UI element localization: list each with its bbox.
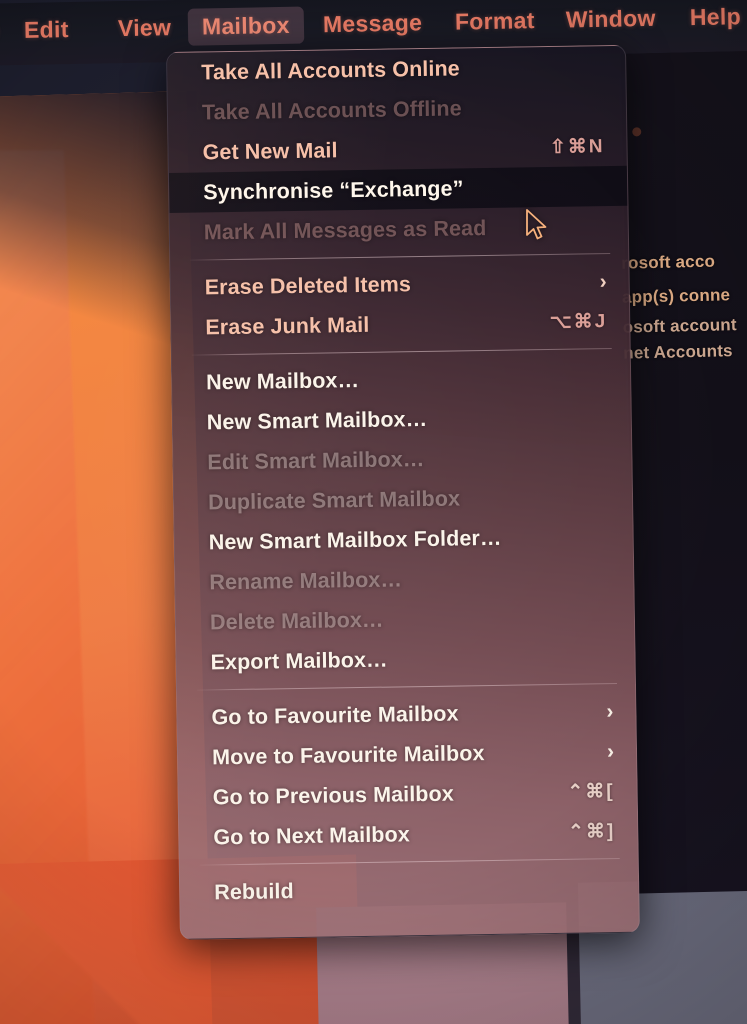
menu-item-go-to-next-mailbox[interactable]: Go to Next Mailbox ⌃⌘] [179,811,638,858]
menu-group-accounts: Take All Accounts Online Take All Accoun… [167,46,628,253]
screen: rosoft acco app(s) conne osoft account n… [0,0,747,1024]
chevron-right-icon: › [606,699,614,723]
menu-item-erase-junk-mail[interactable]: Erase Junk Mail ⌥⌘J [171,301,630,348]
menu-item-label: Duplicate Smart Mailbox [207,485,461,514]
menu-separator-2 [191,348,612,356]
menubar-item-mailbox[interactable]: Mailbox [187,6,305,46]
menu-item-label: Get New Mail [202,137,338,164]
menubar-item-message[interactable]: Message [323,9,423,38]
menubar-item-view[interactable]: View [118,14,172,42]
menu-item-label: New Smart Mailbox Folder… [208,525,502,554]
menu-item-label: Move to Favourite Mailbox [211,740,485,769]
chevron-right-icon: › [599,269,607,293]
background-settings-window[interactable]: rosoft acco app(s) conne osoft account n… [618,50,747,894]
menu-item-rebuild[interactable]: Rebuild [180,866,639,913]
menu-item-label: Go to Previous Mailbox [212,781,454,809]
menu-item-label: Take All Accounts Online [201,55,460,84]
menu-item-label: Erase Junk Mail [205,312,370,339]
background-window-line-1: rosoft acco [621,251,716,273]
menu-item-export-mailbox[interactable]: Export Mailbox… [176,636,635,683]
menu-item-label: Rename Mailbox… [209,566,403,594]
menu-item-label: Delete Mailbox… [209,607,384,634]
menu-item-label: Go to Favourite Mailbox [211,700,459,729]
menu-group-maintenance: Rebuild [180,866,639,913]
menu-separator-1 [190,253,611,261]
menu-group-mailbox-management: New Mailbox… New Smart Mailbox… Edit Sma… [172,356,635,683]
menubar-item-edit[interactable]: Edit [24,16,69,44]
menubar-item-format[interactable]: Format [455,7,535,36]
menu-item-label: Synchronise “Exchange” [203,175,464,204]
menu-item-label: Rebuild [214,878,294,904]
menu-separator-4 [199,857,620,866]
menubar-item-window[interactable]: Window [566,5,656,34]
menu-item-label: Erase Deleted Items [204,271,412,299]
menu-item-shortcut: ⌃⌘[ [567,780,615,803]
chevron-right-icon: › [606,739,615,763]
menu-item-shortcut: ⌥⌘J [549,310,608,333]
menu-item-label: New Smart Mailbox… [206,406,428,434]
menu-item-label: Edit Smart Mailbox… [207,446,425,474]
menu-item-label: Export Mailbox… [210,647,388,674]
menu-item-label: Go to Next Mailbox [213,821,411,849]
menu-item-label: Mark All Messages as Read [203,215,487,244]
menu-item-label: New Mailbox… [205,367,360,394]
menu-group-erase: Erase Deleted Items › Erase Junk Mail ⌥⌘… [170,261,629,348]
menu-item-mark-all-messages-as-read: Mark All Messages as Read [170,206,629,253]
background-window-line-3: osoft account [622,315,737,337]
background-window-line-2: app(s) conne [621,285,731,307]
background-window-line-4: net Accounts [623,341,733,363]
menu-item-label: Take All Accounts Offline [201,95,462,124]
menu-separator-3 [197,682,617,691]
background-window-indicator-dot [632,127,642,137]
mailbox-dropdown-menu[interactable]: Take All Accounts Online Take All Accoun… [166,44,640,940]
menu-item-shortcut: ⇧⌘N [549,135,605,158]
menubar-item-help[interactable]: Help [690,3,742,31]
menu-item-shortcut: ⌃⌘] [567,820,616,843]
menu-group-navigation: Go to Favourite Mailbox › Move to Favour… [177,691,637,858]
